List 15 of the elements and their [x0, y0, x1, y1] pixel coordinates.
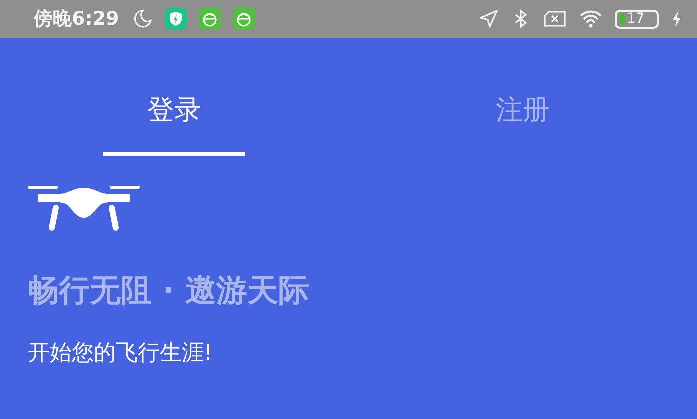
drone-icon	[28, 186, 140, 232]
location-arrow-icon	[479, 9, 499, 29]
robot-icon	[233, 8, 256, 30]
moon-icon	[133, 9, 154, 29]
tab[interactable]: 注册	[348, 38, 697, 156]
status-time: 傍晚6:29	[34, 7, 120, 32]
charging-icon	[671, 9, 683, 29]
tab[interactable]: 登录	[0, 38, 348, 156]
sim-card-icon	[543, 9, 567, 29]
headline: 畅行无阻 · 遨游天际	[28, 272, 310, 311]
wifi-icon	[579, 9, 603, 29]
shield-icon	[165, 8, 188, 30]
battery-icon: 17	[615, 10, 659, 28]
robot-icon	[199, 8, 222, 30]
subtitle: 开始您的飞行生涯!	[28, 340, 214, 368]
